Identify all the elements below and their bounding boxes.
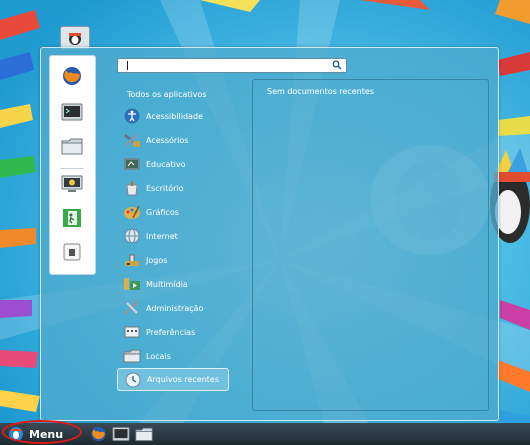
category-label: Educativo bbox=[146, 159, 186, 169]
category-graphics[interactable]: Gráficos bbox=[117, 201, 229, 223]
search-icon[interactable] bbox=[332, 60, 342, 70]
administration-icon bbox=[123, 300, 141, 316]
category-administration[interactable]: Administração bbox=[117, 297, 229, 319]
file-manager-icon bbox=[61, 138, 83, 155]
no-recent-documents-text: Sem documentos recentes bbox=[267, 87, 374, 96]
favorite-system-monitor[interactable] bbox=[60, 174, 84, 194]
category-label: Acessórios bbox=[146, 135, 189, 145]
multimedia-icon bbox=[123, 276, 141, 292]
category-accessories[interactable]: Acessórios bbox=[117, 129, 229, 151]
lock-screen-icon bbox=[63, 243, 81, 261]
category-education[interactable]: Educativo bbox=[117, 153, 229, 175]
taskbar-terminal-launcher[interactable] bbox=[112, 426, 130, 442]
category-label: Multimídia bbox=[146, 279, 188, 289]
office-icon bbox=[123, 180, 141, 196]
favorite-file-manager[interactable] bbox=[60, 136, 84, 156]
category-label: Administração bbox=[146, 303, 204, 313]
firefox-icon bbox=[91, 426, 106, 442]
favorite-terminal[interactable] bbox=[60, 102, 84, 122]
category-games[interactable]: Jogos bbox=[117, 249, 229, 271]
favorites-separator bbox=[60, 168, 84, 169]
favorite-logout[interactable] bbox=[60, 208, 84, 228]
search-box[interactable] bbox=[117, 58, 347, 73]
games-icon bbox=[123, 252, 141, 268]
favorite-lock-screen[interactable] bbox=[60, 242, 84, 262]
recent-documents-panel: Sem documentos recentes bbox=[252, 79, 489, 411]
category-recent-files[interactable]: Arquivos recentes bbox=[117, 368, 229, 391]
search-input[interactable] bbox=[122, 59, 322, 72]
category-internet[interactable]: Internet bbox=[117, 225, 229, 247]
accessibility-icon bbox=[123, 108, 141, 124]
education-icon bbox=[123, 156, 141, 172]
category-label: Locais bbox=[146, 351, 171, 361]
terminal-icon bbox=[61, 103, 83, 121]
category-label: Jogos bbox=[146, 255, 168, 265]
category-label: Acessibilidade bbox=[146, 111, 203, 121]
system-monitor-icon bbox=[61, 175, 83, 192]
categories-header[interactable]: Todos os aplicativos bbox=[127, 90, 207, 99]
graphics-icon bbox=[123, 204, 141, 220]
places-icon bbox=[123, 348, 141, 364]
category-multimedia[interactable]: Multimídia bbox=[117, 273, 229, 295]
taskbar-file-manager-launcher[interactable] bbox=[135, 426, 153, 442]
category-accessibility[interactable]: Acessibilidade bbox=[117, 105, 229, 127]
category-label: Gráficos bbox=[146, 207, 179, 217]
application-menu-panel: Todos os aplicativos Acessibilidade Aces… bbox=[40, 47, 499, 421]
category-label: Arquivos recentes bbox=[147, 375, 219, 384]
accessories-icon bbox=[123, 132, 141, 148]
recent-files-icon bbox=[124, 372, 142, 388]
category-office[interactable]: Escritório bbox=[117, 177, 229, 199]
menu-button-label: Menu bbox=[29, 427, 64, 441]
category-label: Internet bbox=[146, 231, 178, 241]
taskbar: Menu bbox=[0, 420, 530, 445]
menu-logo-icon bbox=[9, 427, 23, 441]
taskbar-firefox-launcher[interactable] bbox=[90, 426, 107, 442]
category-label: Preferências bbox=[146, 327, 196, 337]
favorite-firefox[interactable] bbox=[60, 66, 84, 86]
category-preferences[interactable]: Preferências bbox=[117, 321, 229, 343]
terminal-icon bbox=[112, 427, 130, 441]
firefox-icon bbox=[63, 67, 81, 85]
logout-icon bbox=[63, 209, 81, 227]
favorites-sidebar bbox=[49, 55, 96, 275]
internet-icon bbox=[123, 228, 141, 244]
file-manager-icon bbox=[135, 427, 153, 441]
category-label: Escritório bbox=[146, 183, 184, 193]
preferences-icon bbox=[123, 324, 141, 340]
category-places[interactable]: Locais bbox=[117, 345, 229, 367]
menu-button[interactable]: Menu bbox=[8, 425, 80, 443]
